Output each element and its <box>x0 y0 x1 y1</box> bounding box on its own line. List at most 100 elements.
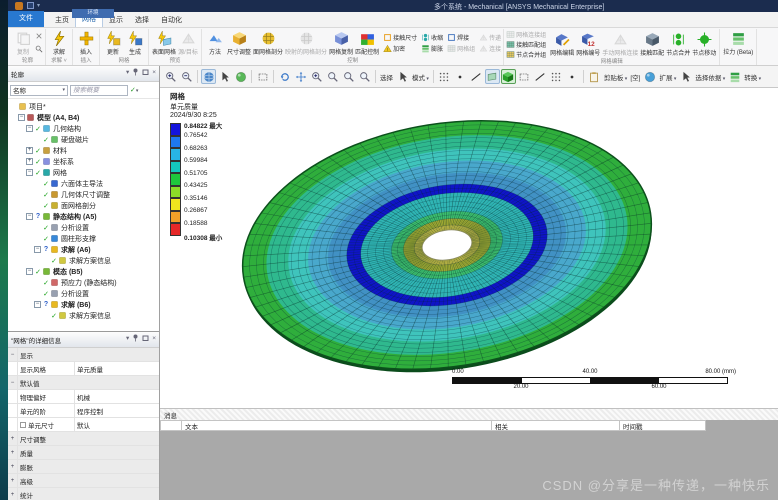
tab-selection[interactable]: 选择 <box>129 14 155 27</box>
ribbon-button[interactable]: 手动网格连接 <box>601 32 639 57</box>
tab-automation[interactable]: 自动化 <box>155 14 188 27</box>
tree-item[interactable]: ✓ 几何体尺寸调整 <box>10 189 159 200</box>
cluster-filter-icon[interactable] <box>549 69 564 84</box>
tree-item[interactable]: ✓ 预应力 (静态结构) <box>10 277 159 288</box>
convert-icon[interactable] <box>727 69 742 84</box>
details-row[interactable]: + 统计 <box>8 488 159 500</box>
tree-expander-icon[interactable]: + <box>26 158 33 165</box>
orbit-icon[interactable] <box>233 69 248 84</box>
ribbon-button[interactable]: 接触匹配 <box>639 32 665 57</box>
cursor-icon[interactable] <box>217 69 232 84</box>
ribbon-button[interactable]: 网格复制 <box>328 31 354 56</box>
details-value[interactable]: 默认 <box>75 418 159 431</box>
quick-access-caret-icon[interactable]: ▾ <box>37 2 40 9</box>
details-row[interactable]: + 膨胀 <box>8 460 159 474</box>
tree-item[interactable]: ✓ 求解方案信息 <box>10 255 159 266</box>
details-row[interactable]: − 默认值 <box>8 376 159 390</box>
zoom-back-icon[interactable] <box>357 69 372 84</box>
toolbar-text-选择依据[interactable]: 选择依据 ▾ <box>694 72 726 82</box>
tree-item[interactable]: ✓ 硬盘磁片 <box>10 134 159 145</box>
toolbar-text-模式[interactable]: 模式 ▾ <box>411 72 430 82</box>
float-icon[interactable] <box>142 335 149 345</box>
rotate-icon[interactable] <box>277 69 292 84</box>
checkbox[interactable] <box>20 421 26 428</box>
tree-item[interactable]: ✓ 分析设置 <box>10 222 159 233</box>
ribbon-button[interactable]: 面网格剖分 <box>252 31 284 56</box>
tree-expander-icon[interactable]: − <box>34 301 41 308</box>
pan-icon[interactable] <box>293 69 308 84</box>
ribbon-button[interactable]: 传递 <box>479 33 501 43</box>
messages-col-association[interactable]: 相关 <box>492 420 620 431</box>
messages-col-text[interactable]: 文本 <box>182 420 492 431</box>
close-icon[interactable]: × <box>152 70 156 77</box>
select-box-icon[interactable] <box>255 69 270 84</box>
graphics-viewport[interactable]: 网格 单元质量 2024/9/30 8:25 0.84822 最大 0.76542… <box>160 88 778 408</box>
multi-filter-icon[interactable] <box>517 69 532 84</box>
zoom-icon[interactable] <box>309 69 324 84</box>
zoom-in-icon[interactable] <box>163 69 178 84</box>
face-filter-icon[interactable] <box>484 69 500 84</box>
details-row[interactable]: 显示风格 单元质量 <box>8 362 159 376</box>
close-icon[interactable] <box>35 32 43 42</box>
ribbon-button[interactable]: 膨胀 <box>421 44 443 54</box>
tree-item[interactable]: −? 求解 (A6) <box>10 244 159 255</box>
filter-dropdown[interactable]: 名称 ▾ <box>10 84 68 96</box>
ribbon-button[interactable]: 更新 <box>102 31 124 56</box>
details-row[interactable]: 单元尺寸 默认 <box>8 418 159 432</box>
ribbon-button[interactable]: 网格组 <box>447 44 475 54</box>
chevron-down-icon[interactable]: ▾ <box>126 336 129 343</box>
ribbon-button[interactable]: 源/目标 <box>177 31 199 56</box>
chevron-down-icon[interactable]: ▾ <box>126 70 129 77</box>
details-value[interactable]: 机械 <box>75 390 159 403</box>
search-icon[interactable] <box>35 45 43 55</box>
globe-icon[interactable] <box>201 69 216 84</box>
details-value[interactable]: 单元质量 <box>75 362 159 375</box>
details-row[interactable]: + 高级 <box>8 474 159 488</box>
tree-expander-icon[interactable]: − <box>26 169 33 176</box>
toolbar-text-剪贴板[interactable]: 剪贴板 ▾ <box>603 72 628 82</box>
tree-expander-icon[interactable]: + <box>26 147 33 154</box>
messages-panel-header[interactable]: 消息 <box>160 408 778 420</box>
pin-icon[interactable] <box>132 334 139 345</box>
ribbon-button[interactable]: 节点移动 <box>691 32 717 57</box>
close-icon[interactable]: × <box>152 336 156 343</box>
snap-filter-icon[interactable] <box>565 69 580 84</box>
filter-check-icon[interactable]: ✓▾ <box>130 86 138 94</box>
tree-item[interactable]: ✓ 求解方案信息 <box>10 310 159 321</box>
ribbon-button[interactable]: 12 网格编号 <box>575 32 601 57</box>
dot-grid-icon[interactable] <box>437 69 452 84</box>
ribbon-button[interactable]: 生成 <box>124 31 146 56</box>
tree-expander-icon[interactable]: − <box>26 213 33 220</box>
tree-item[interactable]: 项目* <box>10 101 159 112</box>
ribbon-button[interactable]: 表面网格 <box>151 31 177 56</box>
search-input[interactable] <box>70 84 128 96</box>
ribbon-button[interactable]: 插入 <box>75 31 97 56</box>
tab-file[interactable]: 文件 <box>8 11 44 27</box>
toolbar-text-[空][interactable]: [空] <box>629 72 641 82</box>
toolbar-text-转换[interactable]: 转换 ▾ <box>743 72 762 82</box>
toolbar-text-选择[interactable]: 选择 <box>379 72 394 82</box>
details-row[interactable]: 单元的阶 程序控制 <box>8 404 159 418</box>
body-filter-icon[interactable] <box>500 69 516 84</box>
ribbon-button[interactable]: 方法 <box>204 31 226 56</box>
tree-item[interactable]: − ✓ 几何结构 <box>10 123 159 134</box>
save-icon[interactable] <box>27 2 34 9</box>
ribbon-button[interactable]: 映射的网格剖分 <box>284 31 328 56</box>
float-icon[interactable] <box>142 69 149 79</box>
edge-filter-icon[interactable] <box>469 69 484 84</box>
tree-item[interactable]: ✓ 分析设置 <box>10 288 159 299</box>
ribbon-button[interactable]: 连接 <box>479 44 501 54</box>
ribbon-button[interactable]: 节点合并组 <box>506 49 546 59</box>
details-value[interactable]: 程序控制 <box>75 404 159 417</box>
tree-item[interactable]: + ✓ 材料 <box>10 145 159 156</box>
ribbon-button[interactable]: 接触匹配组 <box>506 39 546 49</box>
ribbon-button[interactable]: 匹配控制 <box>354 31 380 56</box>
ribbon-button[interactable]: 收缩 <box>421 33 443 43</box>
pin-icon[interactable] <box>132 68 139 79</box>
ribbon-button[interactable]: 接触尺寸 <box>383 33 417 43</box>
ribbon-button[interactable]: 网格编辑 <box>549 32 575 57</box>
tree-item[interactable]: − 模型 (A4, B4) <box>10 112 159 123</box>
tree-item[interactable]: ✓ 六面体主导法 <box>10 178 159 189</box>
tree-item[interactable]: −? 静态结构 (A5) <box>10 211 159 222</box>
ribbon-button[interactable]: 焊接 <box>447 33 475 43</box>
